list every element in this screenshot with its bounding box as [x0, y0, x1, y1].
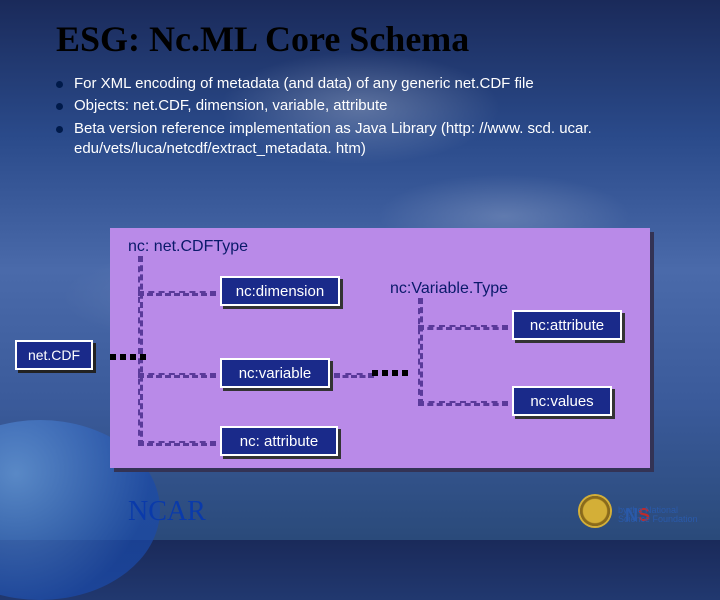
node-variable: nc:variable: [220, 358, 330, 388]
schema-diagram: nc: net.CDFType nc:dimension nc:variable…: [110, 228, 650, 468]
nsf-caption: by the National Science Foundation: [618, 506, 700, 524]
bullet-item: For XML encoding of metadata (and data) …: [56, 74, 680, 94]
node-label: nc:attribute: [530, 317, 604, 334]
connector-line: [418, 298, 423, 405]
cardinality-dots: [110, 354, 146, 360]
bullet-item: Beta version reference implementation as…: [56, 119, 680, 160]
node-label: nc:dimension: [236, 283, 324, 300]
bullet-list: For XML encoding of metadata (and data) …: [0, 70, 720, 159]
node-label: nc:values: [530, 393, 593, 410]
bullet-item: Objects: net.CDF, dimension, variable, a…: [56, 96, 680, 116]
node-attribute: nc: attribute: [220, 426, 338, 456]
connector-line: [138, 373, 216, 378]
node-label: nc:variable: [239, 365, 312, 382]
connector-line: [138, 256, 143, 446]
footer: NCAR NS by the National Science Foundati…: [0, 492, 720, 532]
connector-line: [418, 325, 508, 330]
connector-line: [418, 401, 508, 406]
ncar-logo-text: NCAR: [128, 496, 206, 528]
node-nc-values: nc:values: [512, 386, 612, 416]
root-node-netcdf: net.CDF: [15, 340, 93, 370]
cardinality-dots: [372, 370, 408, 376]
node-label: nc: attribute: [240, 433, 318, 450]
connector-line: [334, 373, 374, 378]
variable-type-label: nc:Variable.Type: [390, 280, 508, 298]
connector-line: [138, 291, 216, 296]
nsf-seal-icon: [580, 496, 610, 526]
node-nc-attribute: nc:attribute: [512, 310, 622, 340]
node-dimension: nc:dimension: [220, 276, 340, 306]
slide-title: ESG: Nc.ML Core Schema: [0, 0, 720, 70]
connector-line: [138, 441, 216, 446]
root-node-label: net.CDF: [28, 347, 80, 363]
root-type-label: nc: net.CDFType: [128, 238, 248, 256]
